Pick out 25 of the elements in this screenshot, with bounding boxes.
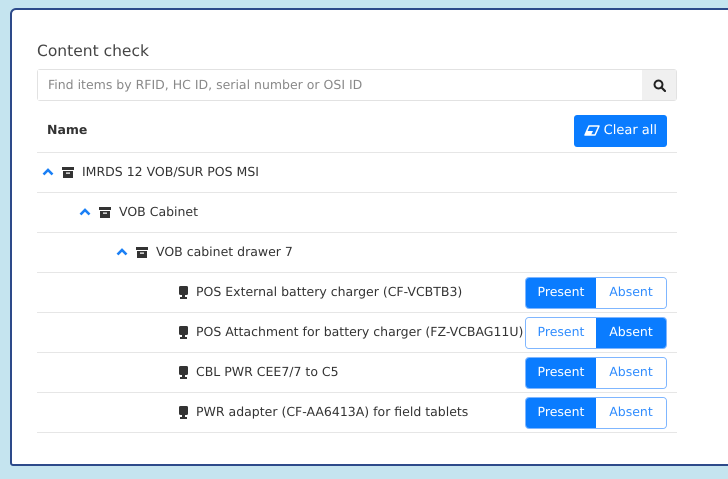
box-icon — [99, 207, 111, 218]
status-toggle-button[interactable]: Present — [526, 278, 596, 308]
tree-item-label: CBL PWR CEE7/7 to C5 — [196, 363, 339, 382]
box-icon — [62, 167, 74, 178]
tree-item-label: IMRDS 12 VOB/SUR POS MSI — [82, 163, 259, 182]
tree-item-label: VOB Cabinet — [119, 203, 198, 222]
status-toggle-button[interactable]: Present — [526, 358, 596, 388]
column-header: Name — [47, 121, 88, 140]
page-title: Content check — [37, 41, 150, 62]
tree-item-label: POS Attachment for battery charger (FZ-VCBAG11U) — [196, 323, 524, 342]
tree-item-label: VOB cabinet drawer 7 — [156, 243, 293, 262]
eraser-icon — [584, 125, 600, 136]
search-button[interactable] — [642, 70, 676, 100]
status-toggle-button[interactable]: Present — [526, 398, 596, 428]
device-icon — [179, 406, 188, 420]
tree-item-label: POS External battery charger (CF-VCBTB3) — [196, 283, 462, 302]
box-icon — [136, 247, 148, 258]
device-icon — [179, 286, 188, 300]
device-icon — [179, 366, 188, 380]
clear-all-button[interactable]: Clear all — [574, 115, 667, 146]
search-icon — [652, 78, 666, 92]
device-icon — [179, 326, 188, 340]
tree-item-label: PWR adapter (CF-AA6413A) for field tablets — [196, 403, 468, 422]
status-toggle-button[interactable]: Absent — [596, 318, 666, 348]
search-field[interactable]: Find items by RFID, HC ID, serial number or OSI ID — [37, 69, 677, 102]
